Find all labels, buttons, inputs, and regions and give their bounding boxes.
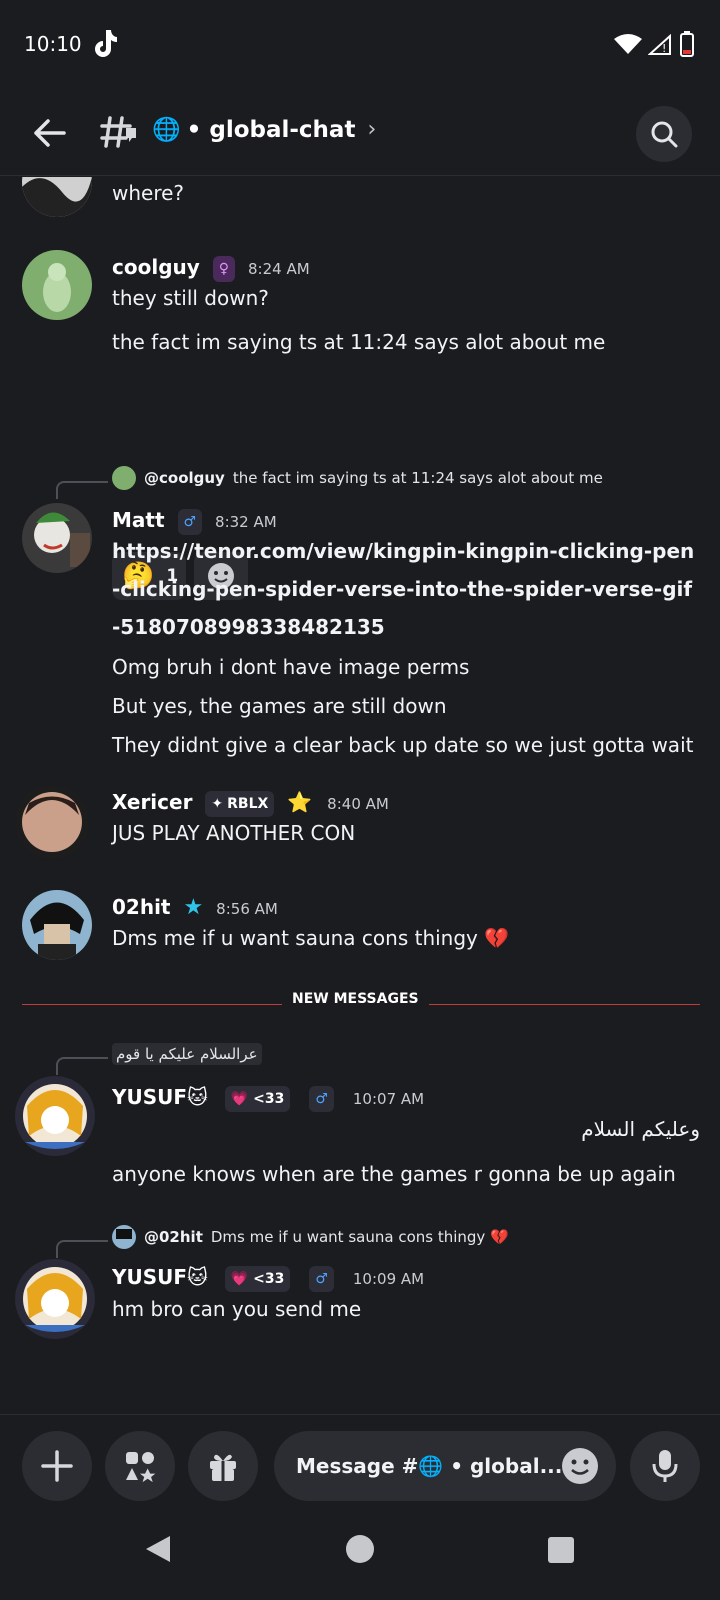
message-link[interactable]: -clicking-pen-spider-verse-into-the-spid… <box>112 577 692 601</box>
message-text: hm bro can you send me <box>112 1297 362 1321</box>
diamond-icon: ✦ <box>211 795 224 812</box>
search-icon <box>651 121 678 148</box>
apps-icon <box>126 1452 156 1483</box>
timestamp: 8:56 AM <box>216 900 278 918</box>
reply-preview[interactable]: @02hit Dms me if u want sauna cons thing… <box>112 1225 509 1249</box>
reply-username: @coolguy <box>144 469 225 487</box>
message-text: anyone knows when are the games r gonna … <box>112 1162 676 1186</box>
channel-name: • global-chat <box>186 116 356 143</box>
username[interactable]: Xericer <box>112 790 192 814</box>
heart-badge: 💗 <33 <box>224 1265 291 1292</box>
reply-text: عرالسلام عليكم يا قوم <box>116 1045 258 1063</box>
arrow-left-icon <box>34 119 66 147</box>
timestamp: 8:24 AM <box>248 260 310 278</box>
username[interactable]: Matt <box>112 508 165 532</box>
male-badge: ♂ <box>177 508 203 535</box>
message-author[interactable]: Xericer ✦ RBLX ⭐ 8:40 AM <box>112 790 389 817</box>
message-author[interactable]: YUSUF🐱 💗 <33 ♂ 10:09 AM <box>112 1265 424 1292</box>
message-text: the fact im saying ts at 11:24 says alot… <box>112 330 606 354</box>
channel-header: 🌐 • global-chat › <box>0 92 720 176</box>
message-text: JUS PLAY ANOTHER CON <box>112 821 356 845</box>
tiktok-icon <box>95 30 117 57</box>
star-badge-icon: ★ <box>183 895 204 920</box>
avatar[interactable] <box>15 1259 95 1339</box>
guild-tag: ✦ RBLX <box>205 790 275 817</box>
avatar[interactable] <box>15 785 89 859</box>
star-badge: ⭐ <box>287 790 313 814</box>
avatar[interactable] <box>15 1076 95 1156</box>
avatar[interactable] <box>22 177 92 217</box>
message-composer: Message #🌐 • global... <box>0 1414 720 1514</box>
add-attachment-button[interactable] <box>22 1431 92 1501</box>
reply-avatar <box>112 1225 136 1249</box>
emoji-picker-icon[interactable] <box>560 1446 600 1486</box>
message-author[interactable]: Matt ♂ 8:32 AM <box>112 508 277 535</box>
message-text: But yes, the games are still down <box>112 694 447 718</box>
avatar[interactable] <box>22 503 92 573</box>
message-text: they still down? <box>112 286 269 310</box>
reply-preview[interactable]: @coolguy the fact im saying ts at 11:24 … <box>112 466 603 490</box>
globe-icon: 🌐 <box>152 117 181 143</box>
gift-icon <box>210 1454 236 1481</box>
message-list[interactable]: where? coolguy ♀ 8:24 AM they still down… <box>0 177 720 1413</box>
plus-icon <box>41 1450 73 1482</box>
status-time: 10:10 <box>24 32 82 56</box>
message-author[interactable]: 02hit ★ 8:56 AM <box>112 895 278 920</box>
microphone-icon <box>652 1450 678 1482</box>
back-button[interactable] <box>28 112 70 154</box>
username[interactable]: 02hit <box>112 895 171 919</box>
reply-connector <box>56 1057 108 1075</box>
male-badge: ♂ <box>309 1085 334 1112</box>
message-link[interactable]: -5180708998338482135 <box>112 615 385 639</box>
signal-icon: ! <box>648 34 671 55</box>
new-messages-label: NEW MESSAGES <box>282 991 429 1007</box>
avatar[interactable] <box>22 890 92 960</box>
timestamp: 10:09 AM <box>352 1270 425 1288</box>
male-badge: ♂ <box>309 1265 334 1292</box>
search-button[interactable] <box>636 106 692 162</box>
message-input[interactable]: Message #🌐 • global... <box>274 1431 616 1501</box>
gift-button[interactable] <box>188 1431 258 1501</box>
reply-avatar <box>112 466 136 490</box>
svg-text:!: ! <box>662 42 666 55</box>
heart-badge: 💗 <33 <box>224 1085 291 1112</box>
female-badge: ♀ <box>212 255 236 282</box>
username[interactable]: coolguy <box>112 255 200 279</box>
system-nav-bar <box>0 1514 720 1600</box>
wifi-icon <box>614 34 642 54</box>
username[interactable]: YUSUF🐱 <box>112 1265 208 1289</box>
message-author[interactable]: coolguy ♀ 8:24 AM <box>112 255 310 282</box>
nav-recents-icon[interactable] <box>548 1537 574 1563</box>
battery-icon <box>680 31 694 57</box>
reply-text: Dms me if u want sauna cons thingy 💔 <box>210 1228 509 1246</box>
message-text: Dms me if u want sauna cons thingy 💔 <box>112 926 510 950</box>
status-bar: 10:10 ! <box>0 0 720 92</box>
channel-title[interactable]: 🌐 • global-chat › <box>152 116 377 144</box>
message-input-placeholder: Message #🌐 • global... <box>296 1454 563 1478</box>
avatar[interactable] <box>22 250 92 320</box>
nav-back-icon[interactable] <box>144 1534 172 1564</box>
reply-username: @02hit <box>144 1228 203 1246</box>
message-text: Omg bruh i dont have image perms <box>112 655 470 679</box>
reply-connector <box>56 481 108 499</box>
timestamp: 8:32 AM <box>215 513 277 531</box>
timestamp: 10:07 AM <box>352 1090 425 1108</box>
chevron-right-icon: › <box>367 117 377 142</box>
reply-text: the fact im saying ts at 11:24 says alot… <box>232 469 603 487</box>
thread-channel-icon <box>100 116 136 148</box>
apps-button[interactable] <box>105 1431 175 1501</box>
timestamp: 8:40 AM <box>327 795 389 813</box>
voice-message-button[interactable] <box>630 1431 700 1501</box>
reply-connector <box>56 1240 108 1258</box>
message-text: where? <box>112 181 185 205</box>
reply-preview[interactable]: عرالسلام عليكم يا قوم <box>112 1043 262 1065</box>
message-text-arabic: وعليكم السلام <box>581 1117 700 1141</box>
message-text: They didnt give a clear back up date so … <box>112 733 694 757</box>
guild-tag-label: RBLX <box>227 795 269 812</box>
username[interactable]: YUSUF🐱 <box>112 1085 208 1109</box>
nav-home-icon[interactable] <box>346 1535 374 1563</box>
message-author[interactable]: YUSUF🐱 💗 <33 ♂ 10:07 AM <box>112 1085 424 1112</box>
message-link[interactable]: https://tenor.com/view/kingpin-kingpin-c… <box>112 539 694 563</box>
